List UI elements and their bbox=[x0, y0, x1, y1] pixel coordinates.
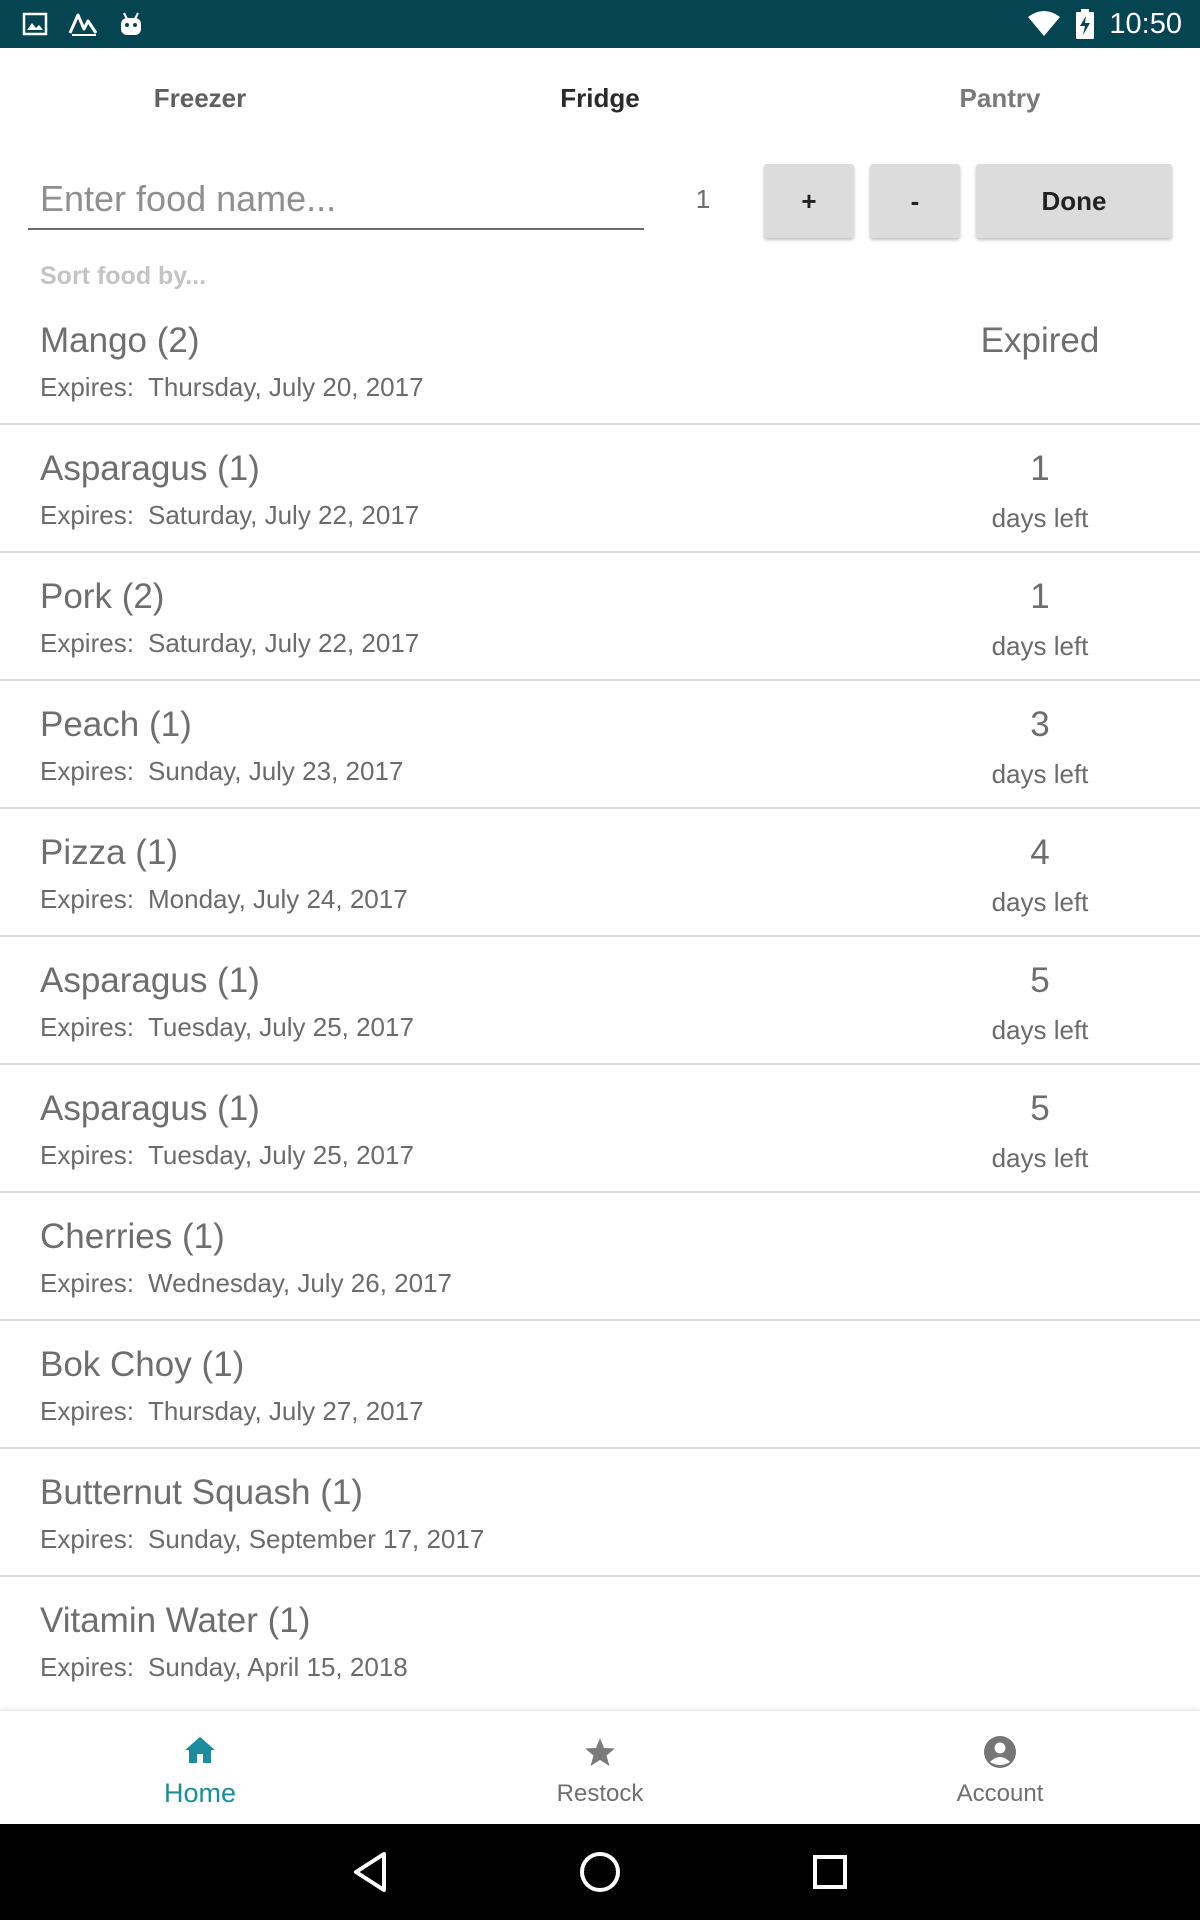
sort-dropdown[interactable]: Sort food by... bbox=[40, 262, 206, 291]
storage-tabs: Freezer Fridge Pantry bbox=[0, 48, 1200, 148]
wifi-icon bbox=[1027, 11, 1061, 37]
expires-label: Expires: bbox=[40, 1012, 134, 1042]
days-left-label: days left bbox=[991, 1015, 1089, 1045]
decrement-button[interactable]: - bbox=[870, 164, 960, 238]
battery-charging-icon bbox=[1075, 9, 1095, 39]
expires-label: Expires: bbox=[40, 1268, 134, 1298]
expiry-status: Expired bbox=[980, 321, 1100, 360]
expires-label: Expires: bbox=[40, 1524, 134, 1554]
expires-date: Sunday, April 15, 2018 bbox=[148, 1652, 408, 1682]
expires-date: Thursday, July 27, 2017 bbox=[148, 1396, 424, 1426]
quantity-value: 1 bbox=[695, 184, 711, 214]
food-name: Bok Choy (1) bbox=[40, 1345, 245, 1384]
expires-label: Expires: bbox=[40, 1652, 134, 1682]
list-item[interactable]: Bok Choy (1) Expires: Thursday, July 27,… bbox=[0, 1321, 1200, 1449]
home-icon bbox=[183, 1730, 217, 1770]
list-item[interactable]: Asparagus (1) Expires: Tuesday, July 25,… bbox=[0, 1065, 1200, 1193]
food-list: Mango (2) Expires: Thursday, July 20, 20… bbox=[0, 297, 1200, 1705]
food-name: Mango (2) bbox=[40, 321, 200, 360]
food-name: Butternut Squash (1) bbox=[40, 1473, 363, 1512]
expires-label: Expires: bbox=[40, 884, 134, 914]
nav-account[interactable]: Account bbox=[800, 1711, 1200, 1824]
days-left-label: days left bbox=[991, 759, 1089, 789]
add-food-row: 1 + - Done bbox=[0, 148, 1200, 258]
account-icon bbox=[983, 1732, 1017, 1772]
list-item[interactable]: Cherries (1) Expires: Wednesday, July 26… bbox=[0, 1193, 1200, 1321]
days-left-count: 1 bbox=[1030, 449, 1050, 488]
expires-date: Thursday, July 20, 2017 bbox=[148, 372, 424, 402]
expires-date: Monday, July 24, 2017 bbox=[148, 884, 408, 914]
home-circle-icon[interactable] bbox=[570, 1842, 630, 1902]
status-left bbox=[22, 11, 144, 37]
screen: 10:50 Freezer Fridge Pantry 1 + - Done S… bbox=[0, 0, 1200, 1920]
expires-label: Expires: bbox=[40, 756, 134, 786]
tab-freezer[interactable]: Freezer bbox=[0, 48, 400, 148]
system-navigation-bar bbox=[0, 1824, 1200, 1920]
days-left-label: days left bbox=[991, 631, 1089, 661]
list-item[interactable]: Vitamin Water (1) Expires: Sunday, April… bbox=[0, 1577, 1200, 1705]
food-name: Pizza (1) bbox=[40, 833, 179, 872]
days-left-label: days left bbox=[991, 1143, 1089, 1173]
expires-date: Saturday, July 22, 2017 bbox=[148, 628, 420, 658]
list-item[interactable]: Peach (1) Expires: Sunday, July 23, 2017… bbox=[0, 681, 1200, 809]
expires-date: Tuesday, July 25, 2017 bbox=[148, 1140, 414, 1170]
expires-label: Expires: bbox=[40, 372, 134, 402]
expires-label: Expires: bbox=[40, 1140, 134, 1170]
expires-label: Expires: bbox=[40, 500, 134, 530]
recents-icon[interactable] bbox=[800, 1842, 860, 1902]
food-name: Peach (1) bbox=[40, 705, 192, 744]
list-item[interactable]: Mango (2) Expires: Thursday, July 20, 20… bbox=[0, 297, 1200, 425]
clock: 10:50 bbox=[1109, 7, 1182, 40]
expires-date: Saturday, July 22, 2017 bbox=[148, 500, 420, 530]
food-name: Pork (2) bbox=[40, 577, 165, 616]
list-item[interactable]: Butternut Squash (1) Expires: Sunday, Se… bbox=[0, 1449, 1200, 1577]
expires-date: Sunday, July 23, 2017 bbox=[148, 756, 404, 786]
nav-label: Home bbox=[163, 1778, 237, 1808]
food-name: Cherries (1) bbox=[40, 1217, 225, 1256]
activity-icon bbox=[68, 11, 98, 37]
food-name: Vitamin Water (1) bbox=[40, 1601, 311, 1640]
nav-restock[interactable]: Restock bbox=[400, 1711, 800, 1824]
food-name: Asparagus (1) bbox=[40, 449, 260, 488]
food-name: Asparagus (1) bbox=[40, 961, 260, 1000]
days-left-count: 5 bbox=[1030, 961, 1050, 1000]
list-item[interactable]: Pizza (1) Expires: Monday, July 24, 2017… bbox=[0, 809, 1200, 937]
expires-label: Expires: bbox=[40, 1396, 134, 1426]
nav-label: Restock bbox=[556, 1779, 644, 1807]
days-left-count: 3 bbox=[1030, 705, 1050, 744]
food-name-input[interactable] bbox=[28, 170, 644, 230]
expires-label: Expires: bbox=[40, 628, 134, 658]
image-icon bbox=[22, 12, 48, 36]
bottom-navigation: Home Restock Account bbox=[0, 1710, 1200, 1824]
back-icon[interactable] bbox=[340, 1842, 400, 1902]
status-bar: 10:50 bbox=[0, 0, 1200, 48]
food-name: Asparagus (1) bbox=[40, 1089, 260, 1128]
days-left-count: 5 bbox=[1030, 1089, 1050, 1128]
expires-date: Sunday, September 17, 2017 bbox=[148, 1524, 485, 1554]
days-left-count: 1 bbox=[1030, 577, 1050, 616]
days-left-count: 4 bbox=[1030, 833, 1050, 872]
list-item[interactable]: Asparagus (1) Expires: Saturday, July 22… bbox=[0, 425, 1200, 553]
increment-button[interactable]: + bbox=[764, 164, 854, 238]
status-right: 10:50 bbox=[1027, 8, 1182, 41]
days-left-label: days left bbox=[991, 887, 1089, 917]
android-icon bbox=[118, 11, 144, 37]
expires-date: Wednesday, July 26, 2017 bbox=[148, 1268, 453, 1298]
list-item[interactable]: Pork (2) Expires: Saturday, July 22, 201… bbox=[0, 553, 1200, 681]
days-left-label: days left bbox=[991, 503, 1089, 533]
tab-pantry[interactable]: Pantry bbox=[800, 48, 1200, 148]
nav-home[interactable]: Home bbox=[0, 1711, 400, 1824]
list-item[interactable]: Asparagus (1) Expires: Tuesday, July 25,… bbox=[0, 937, 1200, 1065]
tab-fridge[interactable]: Fridge bbox=[400, 48, 800, 148]
done-button[interactable]: Done bbox=[976, 164, 1172, 238]
expires-date: Tuesday, July 25, 2017 bbox=[148, 1012, 414, 1042]
star-icon bbox=[584, 1732, 616, 1772]
nav-label: Account bbox=[956, 1779, 1044, 1807]
